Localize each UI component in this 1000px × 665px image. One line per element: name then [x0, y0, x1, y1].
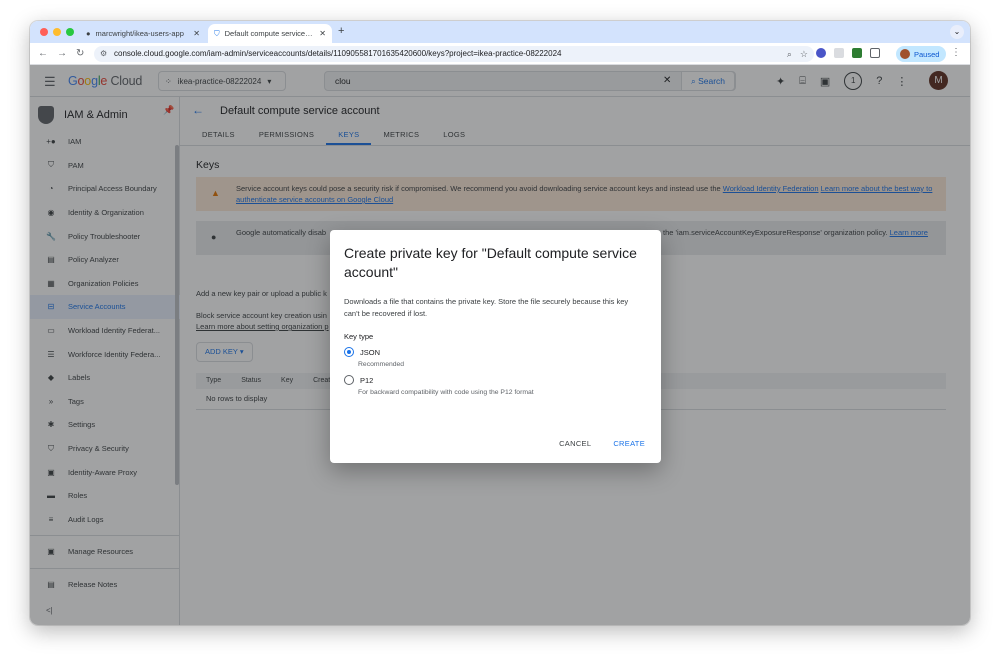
extensions-area [816, 48, 880, 58]
close-tab-icon[interactable]: ✕ [193, 29, 200, 38]
maximize-window-button[interactable] [66, 28, 74, 36]
tab-title: marcwright/ikea-users-app [95, 29, 184, 38]
site-settings-icon[interactable]: ⚙ [100, 46, 107, 62]
dialog-title: Create private key for "Default compute … [344, 245, 637, 280]
reload-icon[interactable]: ↻ [76, 48, 84, 59]
close-window-button[interactable] [40, 28, 48, 36]
extension-icon[interactable] [816, 48, 826, 58]
url-text: console.cloud.google.com/iam-admin/servi… [114, 49, 562, 58]
p12-option[interactable]: P12 [344, 375, 373, 385]
github-icon: ● [86, 29, 91, 38]
extension-icon[interactable] [852, 48, 862, 58]
p12-label: P12 [360, 375, 374, 385]
browser-window: ● marcwright/ikea-users-app ✕ ⛉ Default … [30, 21, 970, 625]
json-label: JSON [360, 347, 381, 357]
p12-radio[interactable] [344, 375, 354, 385]
minimize-window-button[interactable] [53, 28, 61, 36]
p12-sublabel: For backward compatibility with code usi… [358, 389, 534, 396]
shield-icon: ⛉ [214, 28, 220, 38]
profile-button[interactable]: Paused [896, 46, 947, 62]
dialog-description: Downloads a file that contains the priva… [344, 297, 629, 318]
create-button[interactable]: CREATE [613, 439, 645, 448]
back-arrow-icon[interactable]: ← [38, 48, 48, 59]
puzzle-icon[interactable] [870, 48, 880, 58]
dialog-actions: CANCEL CREATE [559, 439, 645, 448]
forward-arrow-icon[interactable]: → [57, 48, 67, 59]
tab-search-icon[interactable]: ⌄ [950, 25, 964, 39]
browser-tab-github[interactable]: ● marcwright/ikea-users-app ✕ [80, 24, 206, 43]
create-private-key-dialog: Create private key for "Default compute … [330, 230, 661, 463]
profile-avatar [900, 49, 910, 59]
new-tab-button[interactable]: + [338, 25, 344, 37]
url-bar[interactable]: ⚙ console.cloud.google.com/iam-admin/ser… [94, 46, 814, 62]
extension-icon[interactable] [834, 48, 844, 58]
json-option[interactable]: JSON [344, 347, 380, 357]
address-bar-row: ← → ↻ ⚙ console.cloud.google.com/iam-adm… [30, 43, 970, 65]
profile-status: Paused [914, 49, 940, 59]
key-type-label: Key type [344, 332, 374, 341]
tab-title: Default compute service accou [224, 29, 315, 38]
browser-menu-icon[interactable]: ⋮ [951, 47, 961, 58]
json-sublabel: Recommended [358, 361, 405, 368]
bookmark-star-icon[interactable]: ☆ [800, 46, 808, 62]
json-radio[interactable] [344, 347, 354, 357]
window-controls [40, 28, 74, 36]
browser-tab-active[interactable]: ⛉ Default compute service accou ✕ [208, 24, 332, 43]
close-tab-icon[interactable]: ✕ [319, 29, 326, 38]
cancel-button[interactable]: CANCEL [559, 439, 591, 448]
browser-tab-bar: ● marcwright/ikea-users-app ✕ ⛉ Default … [30, 21, 970, 43]
zoom-icon[interactable]: ⌕ [787, 46, 792, 62]
